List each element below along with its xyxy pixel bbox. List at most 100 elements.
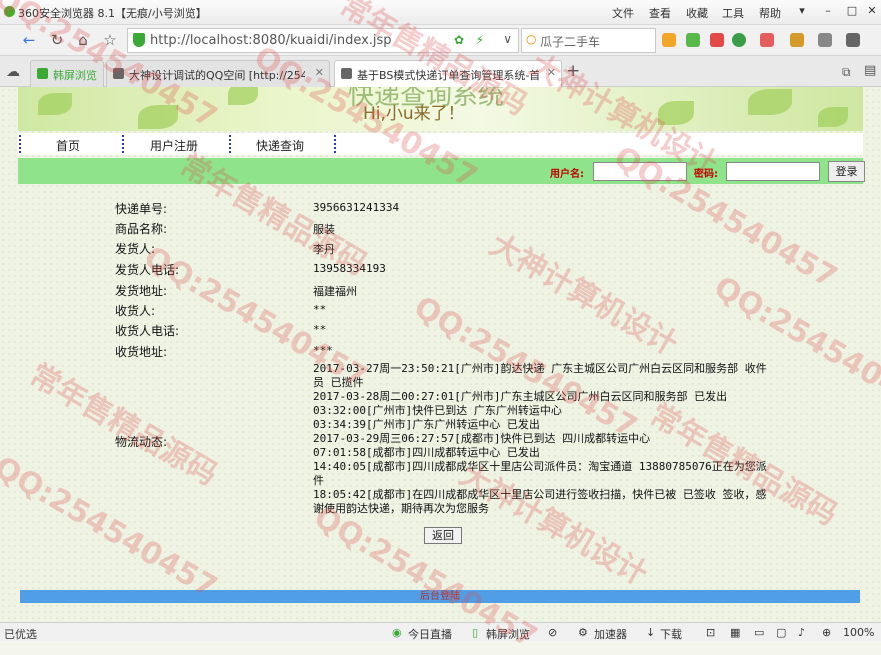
- star-icon[interactable]: ☆: [99, 29, 121, 51]
- username-input[interactable]: [593, 162, 687, 181]
- logistics-timeline: 2017-03-27周一23:50:21[广州市]韵达快递 广东主城区公司广州白…: [313, 362, 773, 516]
- tab-kuaidi[interactable]: 基于BS模式快递订单查询管理系统-首... ✕: [334, 60, 562, 87]
- url-input[interactable]: http://localhost:8080/kuaidi/index.jsp ✿…: [127, 28, 519, 53]
- grid-icon[interactable]: [662, 33, 676, 47]
- screenshot-icon[interactable]: [790, 33, 804, 47]
- site-banner: 快递查询系统 Hi,小u来了！: [18, 87, 863, 131]
- phone-icon: ▯: [472, 626, 479, 639]
- detail-value: 福建福州: [313, 285, 357, 298]
- logistics-line: 03:32:00[广州市]快件已到达 广东广州转运中心: [313, 404, 562, 417]
- url-text: http://localhost:8080/kuaidi/index.jsp: [150, 33, 392, 48]
- extension-icon[interactable]: [686, 33, 700, 47]
- search-icon: ○: [526, 32, 537, 46]
- detail-value: 李丹: [313, 243, 335, 256]
- detail-label: 发货人电话:: [115, 263, 180, 277]
- username-label: 用户名:: [550, 169, 584, 180]
- tab-qq-space[interactable]: 大神设计调试的QQ空间 [http://2545... ✕: [106, 60, 330, 87]
- logistics-line: 18:05:42[成都市]在四川成都成华区十里店公司进行签收扫描，快件已被 已签…: [313, 488, 767, 515]
- translate-icon[interactable]: [760, 33, 774, 47]
- compat-icon[interactable]: ✿: [454, 33, 464, 47]
- tab-list-icon[interactable]: ▤: [864, 63, 876, 78]
- tab-bar: ☁ 韩屏浏览 大神设计调试的QQ空间 [http://2545... ✕ 基于B…: [0, 56, 881, 87]
- status-bar: 已优选 ◉ 今日直播 ▯ 韩屏浏览 ⊘ ⚙ 加速器 ↓ 下载 ⊡ ▦ ▭ ▢ ♪…: [0, 622, 881, 641]
- logistics-line: 2017-03-28周二00:27:01[广州市]广东主城区公司广州白云区同和服…: [313, 390, 728, 403]
- download-icon: ↓: [646, 626, 656, 639]
- window-titlebar: 360安全浏览器 8.1【无痕/小号浏览】 文件 查看 收藏 工具 帮助 ▾ –…: [0, 0, 881, 25]
- detail-value: 3956631241334: [313, 201, 400, 214]
- dropdown-chevron-icon[interactable]: ∨: [503, 32, 512, 46]
- detail-value: 13958334193: [313, 262, 386, 275]
- restore-tab-icon[interactable]: ⧉: [842, 65, 851, 80]
- menu-favorites[interactable]: 收藏: [686, 5, 708, 21]
- zoom-icon[interactable]: ⊕: [822, 626, 831, 639]
- page-icon: [113, 68, 124, 79]
- menu-tools[interactable]: 工具: [722, 5, 744, 21]
- nav-query[interactable]: 快递查询: [256, 137, 304, 154]
- close-icon[interactable]: ✕: [860, 2, 881, 20]
- back-arrow-icon[interactable]: ←: [18, 29, 40, 51]
- close-tab-icon[interactable]: ✕: [547, 66, 556, 79]
- tab-label: 基于BS模式快递订单查询管理系统-首...: [357, 69, 539, 82]
- search-input[interactable]: ○ 瓜子二手车: [521, 28, 656, 53]
- new-tab-icon[interactable]: +: [566, 61, 580, 81]
- banner-subtitle: Hi,小u来了！: [363, 104, 465, 124]
- detail-label: 收货地址:: [115, 345, 168, 359]
- bookmark-icon[interactable]: ⊡: [706, 626, 715, 639]
- grid-status-icon[interactable]: ▦: [730, 626, 740, 639]
- admin-login-link[interactable]: 后台登陆: [20, 590, 860, 603]
- window-title: 360安全浏览器 8.1【无痕/小号浏览】: [18, 7, 207, 20]
- cloud-icon[interactable]: ☁: [6, 64, 20, 80]
- page-icon: [341, 68, 352, 79]
- image-icon[interactable]: [818, 33, 832, 47]
- volume-icon[interactable]: ♪: [798, 626, 805, 639]
- screen-icon[interactable]: ▭: [754, 626, 764, 639]
- refresh-icon[interactable]: ↻: [46, 29, 68, 51]
- tab-hanping[interactable]: 韩屏浏览: [30, 60, 104, 87]
- zoom-level[interactable]: 100%: [843, 626, 874, 639]
- detail-value: **: [313, 303, 327, 316]
- logistics-label: 物流动态:: [115, 435, 168, 449]
- accelerator-icon: ⚙: [578, 626, 588, 639]
- close-tab-icon[interactable]: ✕: [315, 66, 324, 79]
- detail-label: 收货人电话:: [115, 324, 180, 338]
- login-bar: 用户名: 密码: 登录: [18, 158, 865, 184]
- speed-icon[interactable]: ⚡: [476, 33, 484, 47]
- safe-icon[interactable]: [732, 33, 746, 47]
- nav-home[interactable]: 首页: [56, 137, 80, 154]
- home-icon[interactable]: ⌂: [72, 29, 94, 51]
- tab-label: 大神设计调试的QQ空间 [http://2545...: [129, 69, 305, 82]
- page-content: 快递查询系统 Hi,小u来了！ 首页 用户注册 快递查询 用户名: 密码: 登录…: [0, 87, 881, 622]
- search-placeholder: 瓜子二手车: [540, 35, 601, 49]
- phone-icon: [37, 68, 48, 79]
- detail-label: 发货地址:: [115, 284, 168, 298]
- logistics-line: 2017-03-29周三06:27:57[成都市]快件已到达 四川成都转运中心: [313, 432, 651, 445]
- skin-icon[interactable]: ▾: [790, 2, 814, 20]
- live-icon: ◉: [392, 626, 402, 639]
- nav-register[interactable]: 用户注册: [150, 137, 198, 154]
- tab-label: 韩屏浏览: [53, 69, 97, 82]
- logistics-line: 03:34:39[广州市]广东广州转运中心 已发出: [313, 418, 540, 431]
- mail-icon[interactable]: [710, 33, 724, 47]
- password-label: 密码:: [694, 169, 718, 180]
- minimize-icon[interactable]: –: [816, 2, 840, 20]
- back-button[interactable]: 返回: [424, 527, 462, 544]
- browser-logo-icon: [4, 6, 15, 17]
- more-tools-icon[interactable]: [846, 33, 860, 47]
- menu-help[interactable]: 帮助: [759, 5, 781, 21]
- password-input[interactable]: [726, 162, 820, 181]
- menu-file[interactable]: 文件: [612, 5, 634, 21]
- detail-label: 商品名称:: [115, 222, 168, 236]
- security-shield-icon: [133, 33, 145, 47]
- menu-view[interactable]: 查看: [649, 5, 671, 21]
- detail-value: 服装: [313, 223, 335, 236]
- detail-label: 快递单号:: [115, 202, 168, 216]
- detail-label: 收货人:: [115, 304, 156, 318]
- window-icon[interactable]: ▢: [776, 626, 786, 639]
- shield-status-icon[interactable]: ⊘: [548, 626, 557, 639]
- address-toolbar: ← ↻ ⌂ ☆ http://localhost:8080/kuaidi/ind…: [0, 25, 881, 56]
- logistics-line: 07:01:58[成都市]四川成都转运中心 已发出: [313, 446, 540, 459]
- logistics-line: 14:40:05[成都市]四川成都成华区十里店公司派件员：淘宝通道 138807…: [313, 460, 767, 487]
- login-button[interactable]: 登录: [828, 161, 865, 182]
- detail-label: 发货人:: [115, 242, 156, 256]
- footer-bar: 后台登陆: [20, 590, 860, 603]
